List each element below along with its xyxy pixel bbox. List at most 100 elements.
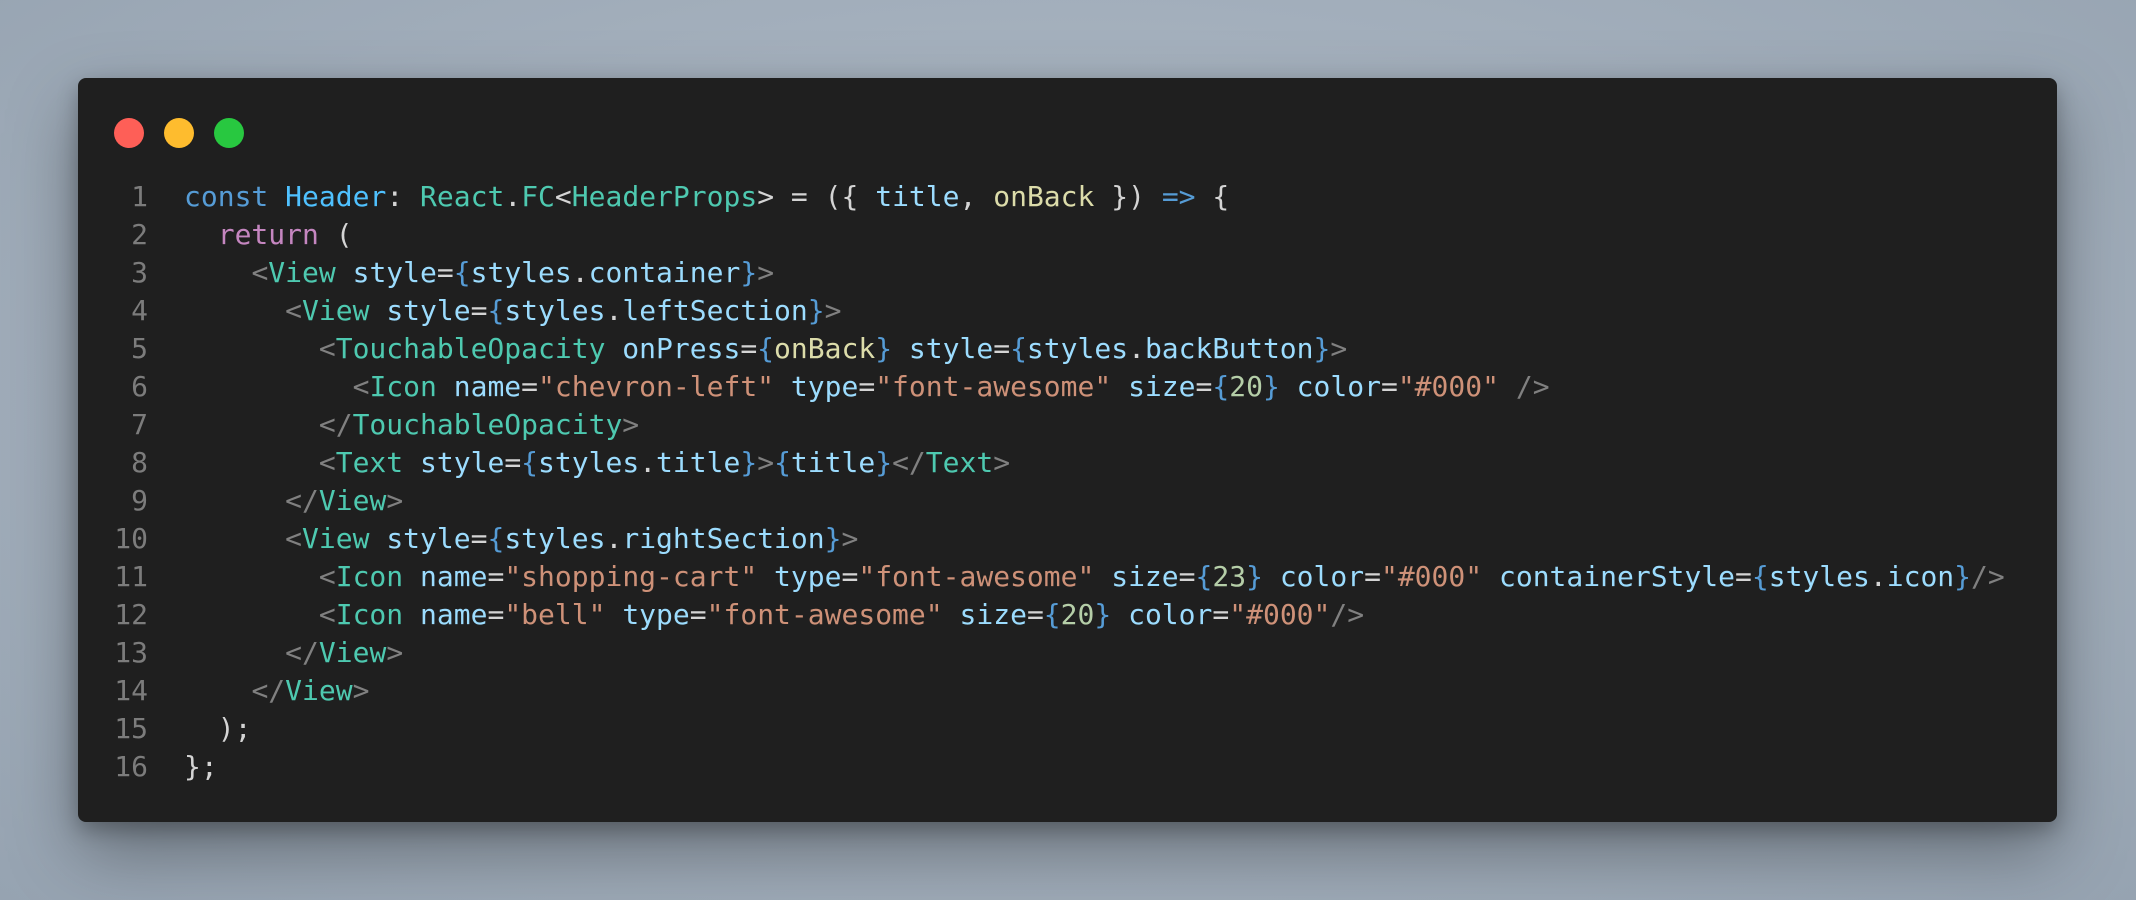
code-token: = (436, 256, 454, 289)
code-token: } (740, 256, 758, 289)
code-token: styles (504, 522, 606, 555)
code-token: { (487, 522, 505, 555)
code-token: styles (504, 294, 606, 327)
code-token: 20 (1060, 598, 1095, 631)
line-number: 15 (114, 712, 148, 745)
code-text: </View> (184, 482, 403, 520)
minimize-button[interactable] (164, 118, 194, 148)
code-token: "#000" (1380, 560, 1483, 593)
code-token: { (1195, 560, 1213, 593)
code-token: } (807, 294, 825, 327)
code-token: </ (892, 446, 926, 479)
code-token: "font-awesome" (858, 560, 1095, 593)
code-token: . (571, 256, 589, 289)
code-token: > = ({ (757, 180, 876, 213)
code-token: = (1212, 598, 1230, 631)
code-token: "bell" (504, 598, 606, 631)
code-token: > (386, 636, 404, 669)
code-token: Text (925, 446, 994, 479)
code-text: <View style={styles.leftSection}> (184, 292, 841, 330)
code-token: } (1313, 332, 1331, 365)
code-token: style (420, 446, 505, 479)
code-token: View (302, 522, 370, 555)
code-token: color (1279, 560, 1365, 593)
code-token: onBack (993, 180, 1095, 213)
code-token: > (841, 522, 859, 555)
code-token: onPress (622, 332, 741, 365)
code-token: } (1246, 560, 1263, 593)
code-token: . (605, 294, 623, 327)
code-token: Header (285, 180, 387, 213)
code-token: backButton (1144, 332, 1314, 365)
code-text: <TouchableOpacity onPress={onBack} style… (184, 330, 1347, 368)
code-token: > (757, 256, 775, 289)
code-line: 16}; (78, 748, 2057, 786)
code-token: styles (1768, 560, 1870, 593)
code-token: < (352, 370, 370, 403)
code-token: /> (1971, 560, 2005, 593)
code-token: TouchableOpacity (335, 332, 606, 365)
code-line: 1 const Header: React.FC<HeaderProps> = (… (78, 178, 2057, 216)
code-token: . (639, 446, 657, 479)
code-line: 12 <Icon name="bell" type="font-awesome"… (78, 596, 2057, 634)
code-token: } (1262, 370, 1280, 403)
line-number: 11 (114, 560, 148, 593)
code-token: = (858, 370, 876, 403)
code-token: } (875, 446, 893, 479)
line-number: 14 (114, 674, 148, 707)
line-number: 9 (131, 484, 148, 517)
code-text: ); (184, 710, 252, 748)
line-number: 12 (114, 598, 148, 631)
code-token: </ (285, 636, 319, 669)
code-token: style (352, 256, 437, 289)
code-token: } (824, 522, 842, 555)
code-token: "chevron-left" (538, 370, 775, 403)
code-token: } (1094, 598, 1112, 631)
code-line: 15 ); (78, 710, 2057, 748)
code-token: < (285, 522, 303, 555)
code-token: { (1043, 598, 1061, 631)
code-token: }) (1094, 180, 1162, 213)
close-button[interactable] (114, 118, 144, 148)
code-token: style (386, 522, 471, 555)
code-token: : (386, 180, 421, 213)
code-token: = (1195, 370, 1213, 403)
code-line: 8 <Text style={styles.title}>{title}</Te… (78, 444, 2057, 482)
code-token: Text (335, 446, 404, 479)
line-number: 7 (131, 408, 148, 441)
code-token: < (251, 256, 269, 289)
code-token: styles (538, 446, 640, 479)
code-token: . (1128, 332, 1145, 365)
code-token: leftSection (622, 294, 808, 327)
code-token: const (184, 180, 269, 213)
code-token: = (841, 560, 859, 593)
code-token: = (1735, 560, 1752, 593)
code-token: HeaderProps (571, 180, 758, 213)
code-token: type (622, 598, 690, 631)
code-token: = (993, 332, 1011, 365)
maximize-button[interactable] (214, 118, 244, 148)
code-token: { (1010, 332, 1027, 365)
code-token: = (740, 332, 758, 365)
code-token: = (1380, 370, 1398, 403)
code-token: { (1751, 560, 1769, 593)
code-token: { (1212, 370, 1230, 403)
code-token: Icon (369, 370, 437, 403)
code-token: > (352, 674, 370, 707)
code-token: ( (318, 218, 353, 251)
